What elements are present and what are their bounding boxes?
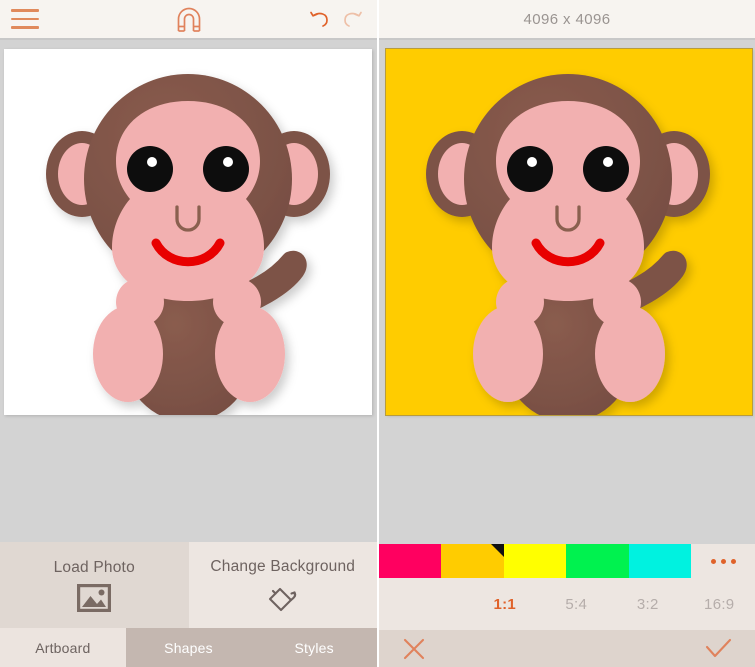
change-background-button[interactable]: Change Background (188, 542, 377, 628)
swatch-pink[interactable] (379, 544, 442, 578)
tab-shapes-label: Shapes (164, 639, 213, 656)
undo-redo-group (307, 6, 365, 30)
swatch-yellow[interactable] (503, 544, 567, 578)
load-photo-label: Load Photo (53, 558, 135, 576)
artboard-white[interactable] (4, 49, 372, 415)
more-dot (730, 558, 736, 564)
right-canvas-stage (379, 40, 755, 544)
swatch-gold[interactable] (441, 544, 504, 578)
hamburger-line (11, 9, 39, 12)
left-canvas-stage (0, 40, 377, 542)
image-icon (77, 583, 112, 612)
ratio-3-2[interactable]: 3:2 (612, 596, 684, 613)
artboard-yellow[interactable] (385, 48, 753, 416)
load-photo-button[interactable]: Load Photo (0, 542, 189, 628)
tab-shapes[interactable]: Shapes (125, 628, 252, 667)
right-toolbar: 4096 x 4096 (379, 0, 755, 38)
swatch-selected-marker (490, 544, 504, 557)
tab-artboard-label: Artboard (35, 639, 91, 656)
redo-arrow-icon[interactable] (341, 6, 365, 30)
aspect-ratio-row: 1:1 5:4 3:2 16:9 (379, 578, 755, 630)
right-panel: 4096 x 4096 1:1 5:4 3:2 16:9 (377, 0, 755, 667)
ratio-1-1[interactable]: 1:1 (469, 596, 541, 613)
close-x-icon[interactable] (401, 636, 427, 662)
tab-styles-label: Styles (294, 639, 334, 656)
tab-artboard[interactable]: Artboard (0, 628, 126, 667)
hamburger-line (11, 17, 39, 21)
canvas-dimensions-label: 4096 x 4096 (523, 10, 611, 28)
background-swatch-row (379, 544, 755, 578)
left-toolbar (0, 0, 377, 38)
swatch-cyan[interactable] (628, 544, 692, 578)
left-panel: Load Photo Change Background Artboard Sh… (0, 0, 377, 667)
more-dot (710, 558, 716, 564)
checkmark-icon[interactable] (703, 636, 733, 662)
hamburger-line (11, 26, 39, 29)
monkey-illustration (46, 74, 330, 415)
monkey-illustration (426, 74, 710, 415)
undo-arrow-icon[interactable] (307, 6, 331, 30)
more-colors-button[interactable] (691, 544, 755, 578)
ratio-5-4[interactable]: 5:4 (541, 596, 613, 613)
magnet-icon[interactable] (174, 6, 204, 33)
tab-styles[interactable]: Styles (251, 628, 377, 667)
paint-bucket-icon (268, 587, 296, 611)
app-root: Load Photo Change Background Artboard Sh… (0, 0, 755, 667)
more-dot (720, 558, 726, 564)
change-background-label: Change Background (210, 557, 356, 575)
left-action-row: Load Photo Change Background (0, 542, 377, 628)
confirm-bar (379, 630, 755, 667)
ratio-16-9[interactable]: 16:9 (684, 596, 755, 613)
left-tab-bar: Artboard Shapes Styles (0, 628, 377, 667)
swatch-green[interactable] (566, 544, 629, 578)
hamburger-menu-icon[interactable] (11, 9, 39, 29)
